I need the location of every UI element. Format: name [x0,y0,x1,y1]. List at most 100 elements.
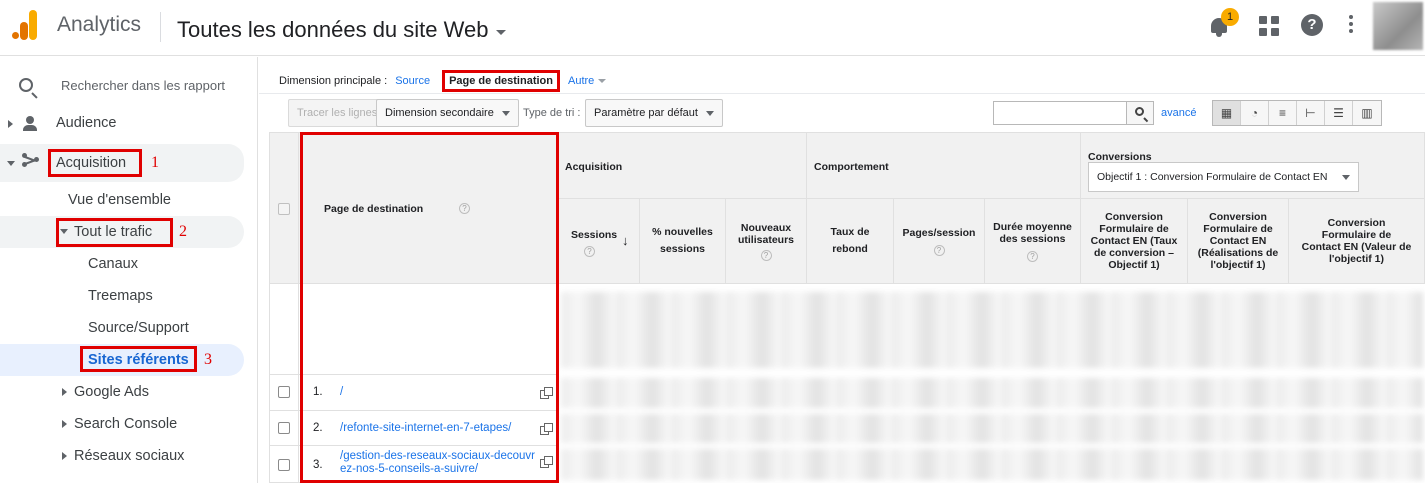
help-question-icon[interactable]: ? [760,249,772,261]
row-checkbox[interactable] [278,459,290,471]
sidebar-item-channels[interactable]: Canaux [0,248,257,280]
table-search-input[interactable] [993,101,1127,125]
table-view-icon[interactable]: ▦ [1213,101,1241,125]
table-search-button[interactable] [1126,101,1154,125]
column-header-goal-value[interactable]: Conversion Formulaire de Contact EN (Val… [1289,199,1425,284]
row-checkbox-cell [269,375,299,411]
avatar[interactable] [1373,2,1423,50]
report-main: Dimension principale : Source Page de de… [259,57,1425,483]
group-header-label: Comportement [814,161,889,173]
help-icon[interactable]: ? [1301,14,1323,36]
column-header-avg-duration[interactable]: Durée moyenne des sessions ? [985,199,1081,284]
sort-descending-icon[interactable]: ↓ [622,233,629,248]
search-icon [1135,107,1144,116]
sidebar-item-google-ads[interactable]: Google Ads [0,376,257,408]
person-icon [22,116,38,132]
analytics-logo-icon[interactable] [12,10,38,40]
view-switcher: ▦ ◔ ≡ ⊢ ☰ ▥ [1212,100,1382,126]
group-header-behavior: Comportement [807,132,1081,199]
goal-selector-value: Objectif 1 : Conversion Formulaire de Co… [1097,171,1328,183]
row-checkbox[interactable] [278,422,290,434]
column-header-label: Taux de rebond [830,226,870,255]
acquisition-icon [22,153,40,167]
group-header-label: Acquisition [565,161,623,173]
notifications-bell-icon[interactable]: 1 [1209,8,1239,38]
column-header-new-sessions[interactable]: % nouvelles sessions [640,199,726,284]
goal-selector-dropdown[interactable]: Objectif 1 : Conversion Formulaire de Co… [1088,162,1359,192]
property-name: Toutes les données du site Web [177,17,489,42]
sort-type-label: Type de tri : [523,107,581,119]
sidebar-item-search-console[interactable]: Search Console [0,408,257,440]
app-name: Analytics [57,13,142,36]
dimension-other-link[interactable]: Autre [568,75,594,87]
column-header-label: Conversion Formulaire de Contact EN (Val… [1301,217,1412,265]
totals-checkbox-cell [269,284,299,375]
comparison-view-icon[interactable]: ⊢ [1297,101,1325,125]
caret-down-icon [496,29,507,35]
annotation-box-acquisition [48,149,142,177]
more-options-icon[interactable] [1349,15,1353,35]
select-all-checkbox[interactable] [278,203,290,215]
caret-down-icon [501,110,510,116]
annotation-number: 1 [151,154,159,171]
primary-dimension-row: Dimension principale : Source Page de de… [279,70,607,92]
sidebar-item-label: Canaux [88,256,138,272]
blurred-row-values [561,449,1423,480]
sidebar-item-audience[interactable]: Audience [0,108,257,140]
search-input[interactable]: Rechercher dans les rapport [61,78,225,93]
sidebar-item-source-medium[interactable]: Source/Support [0,312,257,344]
performance-view-icon[interactable]: ≡ [1269,101,1297,125]
top-bar: Analytics Toutes les données du site Web… [0,0,1425,56]
column-header-pages-session[interactable]: Pages/session ? [894,199,985,284]
sort-type-value: Paramètre par défaut [594,107,698,119]
sidebar-item-label: Vue d'ensemble [68,192,171,208]
sidebar-item-label: Audience [56,115,117,131]
pivot-view-icon[interactable]: ▥ [1353,101,1381,125]
sort-type-dropdown[interactable]: Paramètre par défaut [585,99,723,127]
caret-down-icon [598,79,607,83]
advanced-filter-link[interactable]: avancé [1161,107,1196,119]
sidebar-item-label: Réseaux sociaux [74,448,185,464]
report-search[interactable]: Rechercher dans les rapport [0,57,257,113]
blurred-totals [561,292,1423,368]
sidebar-item-label: Google Ads [74,384,149,400]
help-question-icon[interactable]: ? [1027,250,1038,262]
chevron-right-icon [8,120,13,128]
chevron-down-icon [7,161,15,166]
help-question-icon[interactable]: ? [933,244,945,256]
row-checkbox-cell [269,411,299,446]
pie-view-icon[interactable]: ◔ [1241,101,1269,125]
row-checkbox-cell [269,446,299,483]
column-header-conversion-rate[interactable]: Conversion Formulaire de Contact EN (Tau… [1081,199,1188,284]
annotation-box-referrals [80,346,197,372]
sidebar: Rechercher dans les rapport Audience Acq… [0,57,258,483]
column-header-goal-completions[interactable]: Conversion Formulaire de Contact EN (Réa… [1188,199,1289,284]
column-header-label: Conversion Formulaire de Contact EN (Tau… [1090,211,1178,271]
select-all-cell [269,132,299,284]
secondary-dimension-dropdown[interactable]: Dimension secondaire [376,99,519,127]
dimension-label: Dimension principale : [279,75,388,87]
dimension-source-link[interactable]: Source [395,75,430,87]
help-question-icon[interactable]: ? [584,246,595,257]
column-header-label: Conversion Formulaire de Contact EN (Réa… [1197,211,1279,271]
column-header-bounce-rate[interactable]: Taux de rebond [807,199,894,284]
divider [160,12,161,42]
column-header-new-users[interactable]: Nouveaux utilisateurs ? [726,199,807,284]
plot-rows-button[interactable]: Tracer les lignes [288,99,387,127]
property-selector[interactable]: Toutes les données du site Web [177,17,507,43]
sidebar-item-social[interactable]: Réseaux sociaux [0,440,257,472]
secondary-dimension-label: Dimension secondaire [385,107,494,119]
table-toolbar: Tracer les lignes Dimension secondaire T… [259,93,1425,133]
sidebar-item-overview[interactable]: Vue d'ensemble [0,184,257,216]
blurred-row-values [561,378,1423,408]
column-header-label: Sessions [571,229,618,241]
apps-grid-icon[interactable] [1259,16,1279,36]
column-header-sessions[interactable]: Sessions ? ↓ [558,199,640,284]
chevron-right-icon [62,452,67,460]
dimension-landing-page[interactable]: Page de destination [442,70,560,92]
term-cloud-view-icon[interactable]: ☰ [1325,101,1353,125]
sidebar-item-treemaps[interactable]: Treemaps [0,280,257,312]
row-checkbox[interactable] [278,386,290,398]
column-header-label: Nouveaux utilisateurs [737,221,795,246]
caret-down-icon [705,110,714,116]
